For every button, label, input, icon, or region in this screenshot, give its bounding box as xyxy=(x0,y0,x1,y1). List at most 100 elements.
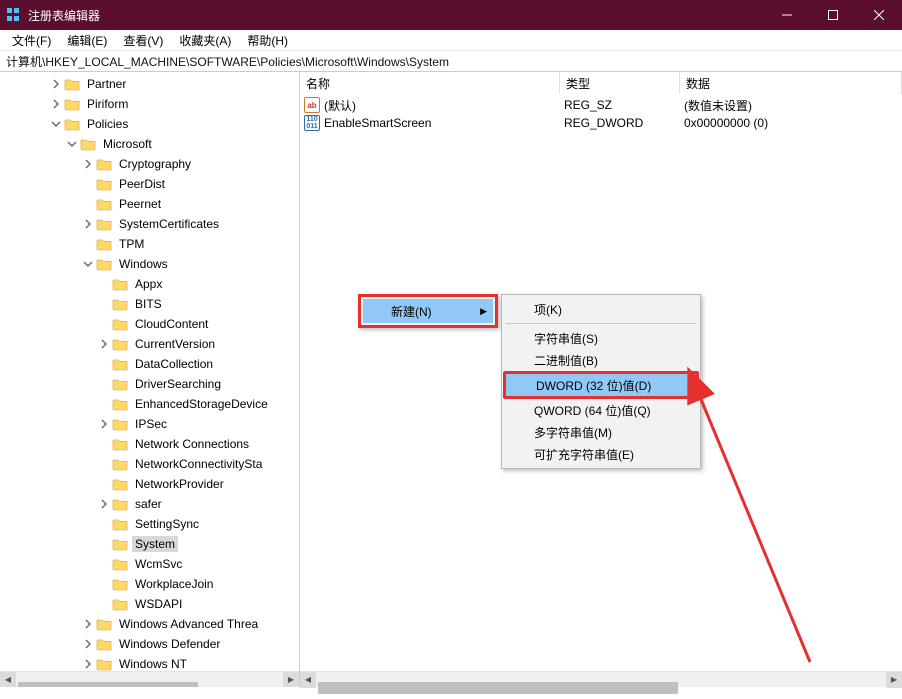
tree-item-label: EnhancedStorageDevice xyxy=(132,396,271,412)
folder-icon xyxy=(112,597,128,611)
tree-item-cloudcontent[interactable]: CloudContent xyxy=(0,314,299,334)
menu-item-multistring-value[interactable]: 多字符串值(M) xyxy=(504,421,698,443)
tree-item-windowsdefender[interactable]: Windows Defender xyxy=(0,634,299,654)
tree-item-windowsnt[interactable]: Windows NT xyxy=(0,654,299,671)
menu-edit[interactable]: 编辑(E) xyxy=(59,30,115,51)
chevron-right-icon[interactable] xyxy=(80,659,96,669)
tree-item-safer[interactable]: safer xyxy=(0,494,299,514)
chevron-down-icon[interactable] xyxy=(64,139,80,149)
tree-item-label: CurrentVersion xyxy=(132,336,218,352)
tree-item-systemcertificates[interactable]: SystemCertificates xyxy=(0,214,299,234)
tree-item-driversearching[interactable]: DriverSearching xyxy=(0,374,299,394)
tree-item-wsdapi[interactable]: WSDAPI xyxy=(0,594,299,614)
scroll-left-button[interactable]: ◀ xyxy=(300,672,316,688)
value-row[interactable]: ab(默认)REG_SZ(数值未设置) xyxy=(300,96,902,114)
tree-item-label: safer xyxy=(132,496,165,512)
menu-item-label: QWORD (64 位)值(Q) xyxy=(534,402,651,419)
tree-item-partner[interactable]: Partner xyxy=(0,74,299,94)
tree-item-label: PeerDist xyxy=(116,176,168,192)
chevron-right-icon[interactable] xyxy=(80,159,96,169)
menu-item-key[interactable]: 项(K) xyxy=(504,298,698,320)
tree-horizontal-scrollbar[interactable]: ◀ ▶ xyxy=(0,671,299,687)
tree-item-appx[interactable]: Appx xyxy=(0,274,299,294)
value-name: (默认) xyxy=(324,97,564,114)
tree-item-windows[interactable]: Windows xyxy=(0,254,299,274)
tree-item-networkconnections[interactable]: Network Connections xyxy=(0,434,299,454)
tree-item-label: Network Connections xyxy=(132,436,252,452)
menu-favorites[interactable]: 收藏夹(A) xyxy=(171,30,239,51)
menu-item-label: 多字符串值(M) xyxy=(534,424,612,441)
menu-item-label: 可扩充字符串值(E) xyxy=(534,446,634,463)
values-header: 名称 类型 数据 xyxy=(300,72,902,94)
scroll-thumb[interactable] xyxy=(318,682,678,694)
folder-icon xyxy=(64,97,80,111)
minimize-button[interactable] xyxy=(764,0,810,30)
tree-item-enhancedstorage[interactable]: EnhancedStorageDevice xyxy=(0,394,299,414)
tree-item-datacollection[interactable]: DataCollection xyxy=(0,354,299,374)
tree-item-label: BITS xyxy=(132,296,165,312)
column-name[interactable]: 名称 xyxy=(300,72,560,94)
folder-icon xyxy=(96,237,112,251)
menu-item-string-value[interactable]: 字符串值(S) xyxy=(504,327,698,349)
tree-item-label: Windows Advanced Threa xyxy=(116,616,261,632)
tree-item-microsoft[interactable]: Microsoft xyxy=(0,134,299,154)
tree-item-wcmsvc[interactable]: WcmSvc xyxy=(0,554,299,574)
tree-item-piriform[interactable]: Piriform xyxy=(0,94,299,114)
tree-item-cryptography[interactable]: Cryptography xyxy=(0,154,299,174)
tree-item-currentversion[interactable]: CurrentVersion xyxy=(0,334,299,354)
folder-icon xyxy=(96,257,112,271)
chevron-down-icon[interactable] xyxy=(48,119,64,129)
tree-item-peerdist[interactable]: PeerDist xyxy=(0,174,299,194)
tree-item-label: WorkplaceJoin xyxy=(132,576,216,592)
scroll-right-button[interactable]: ▶ xyxy=(886,672,902,688)
close-button[interactable] xyxy=(856,0,902,30)
tree-item-ipsec[interactable]: IPSec xyxy=(0,414,299,434)
chevron-down-icon[interactable] xyxy=(80,259,96,269)
scroll-left-button[interactable]: ◀ xyxy=(0,672,16,688)
chevron-right-icon[interactable] xyxy=(48,99,64,109)
chevron-right-icon[interactable] xyxy=(48,79,64,89)
menu-help[interactable]: 帮助(H) xyxy=(239,30,296,51)
app-icon xyxy=(6,7,22,23)
address-bar[interactable]: 计算机\HKEY_LOCAL_MACHINE\SOFTWARE\Policies… xyxy=(0,51,902,72)
tree-item-settingsync[interactable]: SettingSync xyxy=(0,514,299,534)
column-data[interactable]: 数据 xyxy=(680,72,902,94)
registry-tree[interactable]: Partner PiriformPoliciesMicrosoft Cryptogr… xyxy=(0,72,299,671)
scroll-thumb[interactable] xyxy=(18,682,198,688)
tree-item-policies[interactable]: Policies xyxy=(0,114,299,134)
tree-item-workplacejoin[interactable]: WorkplaceJoin xyxy=(0,574,299,594)
chevron-right-icon[interactable] xyxy=(96,339,112,349)
string-value-icon: ab xyxy=(304,97,320,113)
values-horizontal-scrollbar[interactable]: ◀ ▶ xyxy=(300,671,902,687)
tree-item-networkprovider[interactable]: NetworkProvider xyxy=(0,474,299,494)
chevron-right-icon[interactable] xyxy=(80,619,96,629)
menu-item-dword-value[interactable]: DWORD (32 位)值(D) xyxy=(506,374,696,396)
tree-item-tpm[interactable]: TPM xyxy=(0,234,299,254)
folder-icon xyxy=(112,357,128,371)
menu-file[interactable]: 文件(F) xyxy=(4,30,59,51)
tree-item-label: WcmSvc xyxy=(132,556,185,572)
tree-item-label: DriverSearching xyxy=(132,376,224,392)
tree-item-label: SystemCertificates xyxy=(116,216,222,232)
menu-view[interactable]: 查看(V) xyxy=(115,30,171,51)
chevron-right-icon[interactable] xyxy=(96,419,112,429)
tree-item-windowsadvancedthreat[interactable]: Windows Advanced Threa xyxy=(0,614,299,634)
maximize-button[interactable] xyxy=(810,0,856,30)
scroll-right-button[interactable]: ▶ xyxy=(283,672,299,688)
column-type[interactable]: 类型 xyxy=(560,72,680,94)
value-row[interactable]: 110011EnableSmartScreenREG_DWORD0x000000… xyxy=(300,114,902,132)
menu-item-new[interactable]: 新建(N) ▶ xyxy=(363,299,493,323)
menu-item-label: 字符串值(S) xyxy=(534,330,598,347)
tree-item-system[interactable]: System xyxy=(0,534,299,554)
tree-item-label: Partner xyxy=(84,76,129,92)
tree-item-peernet[interactable]: Peernet xyxy=(0,194,299,214)
tree-item-label: Cryptography xyxy=(116,156,194,172)
chevron-right-icon[interactable] xyxy=(80,219,96,229)
tree-item-bits[interactable]: BITS xyxy=(0,294,299,314)
chevron-right-icon[interactable] xyxy=(96,499,112,509)
tree-item-networkconnectivitystatus[interactable]: NetworkConnectivitySta xyxy=(0,454,299,474)
menu-item-binary-value[interactable]: 二进制值(B) xyxy=(504,349,698,371)
menu-item-expandstring-value[interactable]: 可扩充字符串值(E) xyxy=(504,443,698,465)
chevron-right-icon[interactable] xyxy=(80,639,96,649)
menu-item-qword-value[interactable]: QWORD (64 位)值(Q) xyxy=(504,399,698,421)
